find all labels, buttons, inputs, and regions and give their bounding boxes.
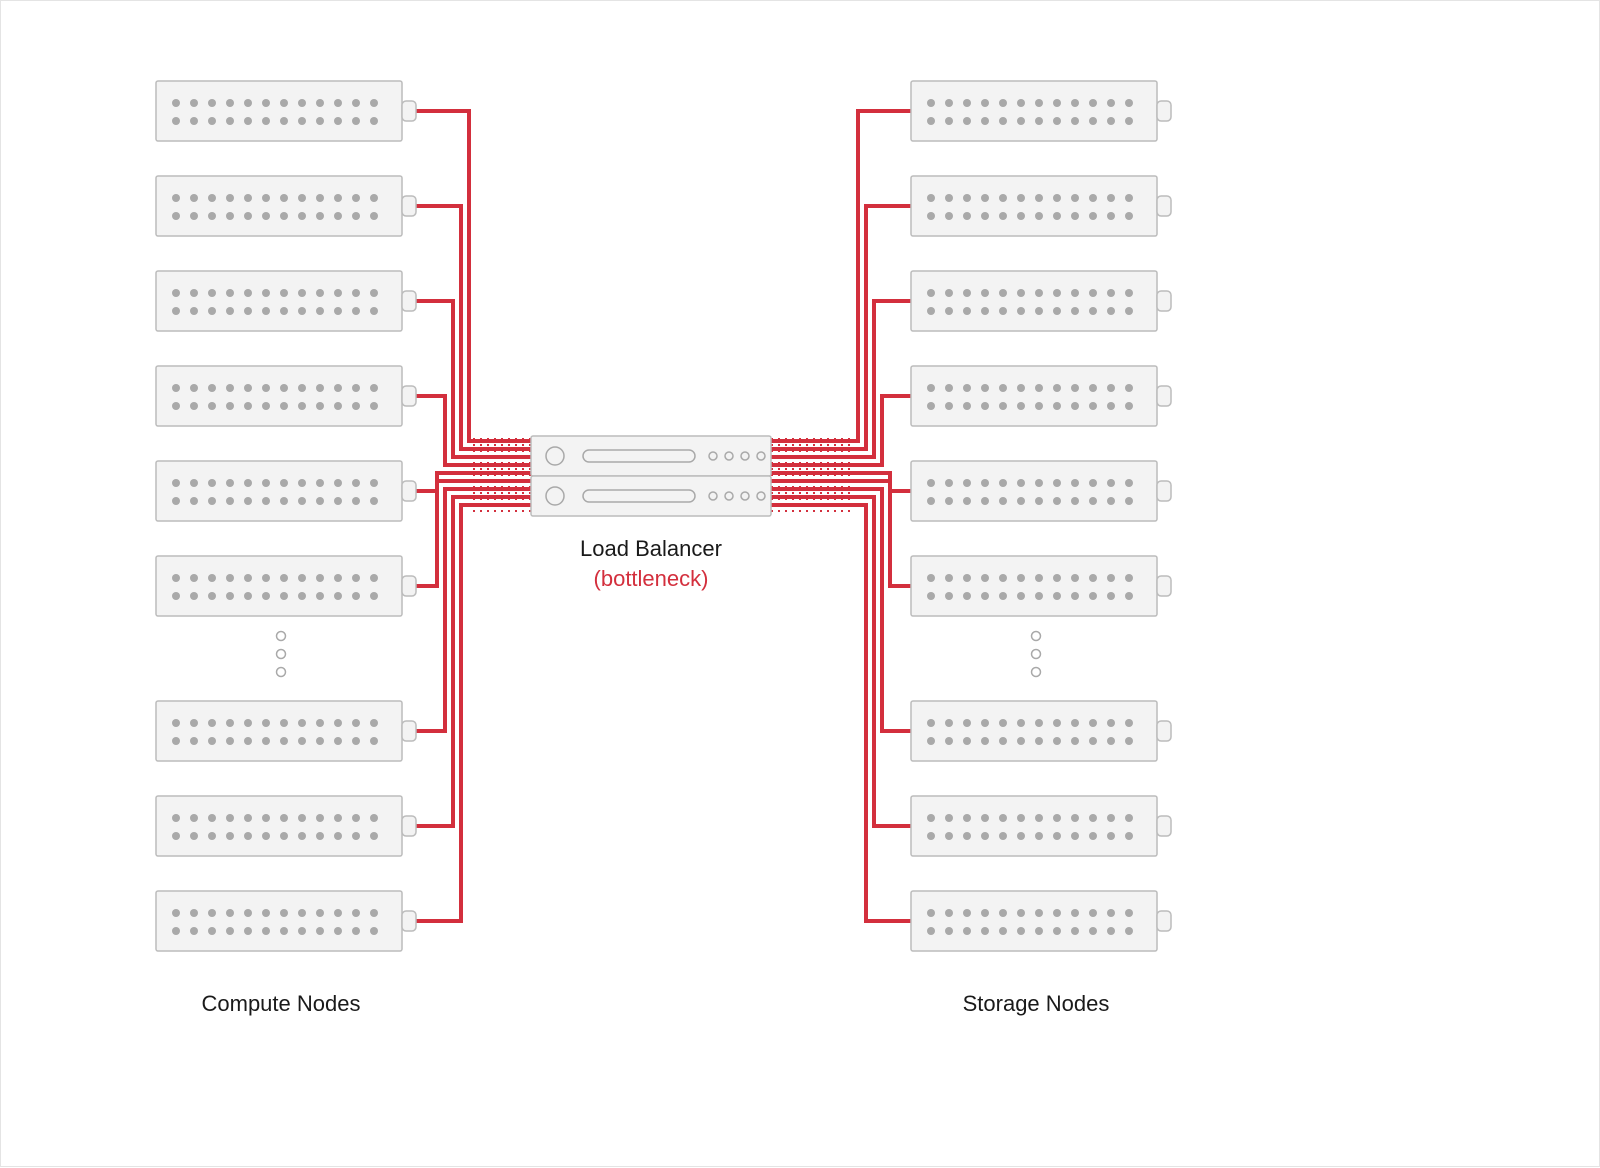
storage-node [911,796,1171,856]
compute-node [156,556,416,616]
storage-node [911,81,1171,141]
storage-nodes-label: Storage Nodes [963,991,1110,1016]
compute-node [156,366,416,426]
load-balancer-unit [531,476,771,516]
compute-node [156,271,416,331]
compute-node [156,461,416,521]
storage-node [911,701,1171,761]
storage-node [911,891,1171,951]
compute-node [156,701,416,761]
wires-right [771,111,911,921]
load-balancer-unit [531,436,771,476]
storage-node [911,461,1171,521]
load-balancer [531,436,771,516]
compute-node [156,176,416,236]
diagram-svg: Load Balancer (bottleneck) Compute Nodes… [1,1,1600,1168]
storage-node [911,271,1171,331]
storage-nodes-column [911,81,1171,951]
storage-node [911,176,1171,236]
load-balancer-label: Load Balancer [580,536,722,561]
wires-left [416,111,531,921]
storage-node [911,556,1171,616]
compute-nodes-label: Compute Nodes [202,991,361,1016]
ellipsis-icon [1032,632,1041,677]
ellipsis-icon [277,632,286,677]
compute-node [156,891,416,951]
compute-node [156,81,416,141]
compute-node [156,796,416,856]
compute-nodes-column [156,81,416,951]
storage-node [911,366,1171,426]
bottleneck-label: (bottleneck) [594,566,709,591]
diagram-frame: Load Balancer (bottleneck) Compute Nodes… [0,0,1600,1167]
